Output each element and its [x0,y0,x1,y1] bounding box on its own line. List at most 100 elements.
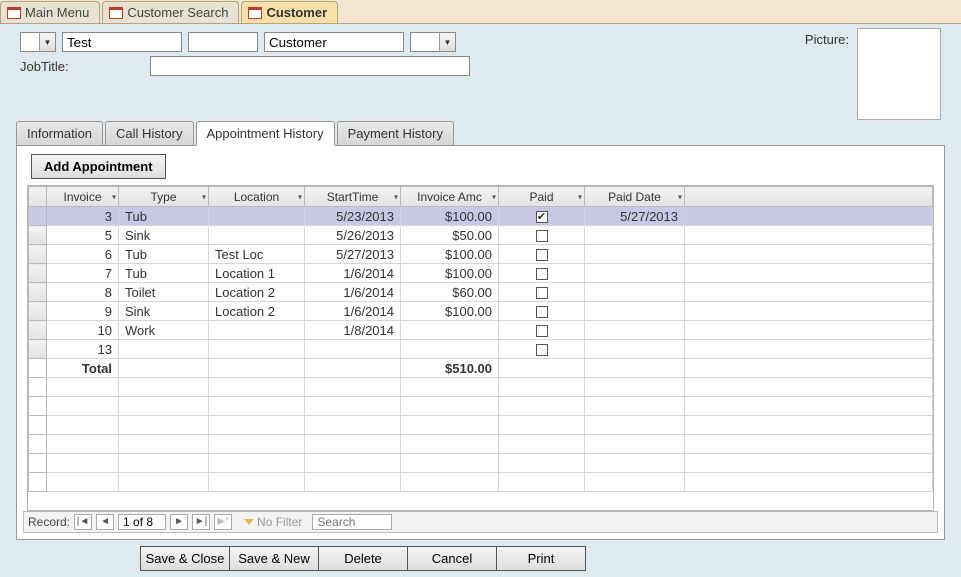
table-row[interactable]: 8ToiletLocation 21/6/2014$60.00 [29,283,933,302]
cell-starttime[interactable]: 5/23/2013 [305,207,401,226]
cell-invoice-amount[interactable]: $100.00 [401,264,499,283]
table-row[interactable]: 9SinkLocation 21/6/2014$100.00 [29,302,933,321]
cell-invoice[interactable]: 6 [47,245,119,264]
cell-invoice[interactable]: 5 [47,226,119,245]
picture-frame[interactable] [857,28,941,120]
tab-call-history[interactable]: Call History [105,121,193,146]
row-selector[interactable] [29,207,47,226]
column-header[interactable]: Paid▾ [499,187,585,207]
table-row[interactable]: 6TubTest Loc5/27/2013$100.00 [29,245,933,264]
cell-paid-date[interactable] [585,264,685,283]
row-selector[interactable] [29,283,47,302]
cell-location[interactable] [209,226,305,245]
cell-starttime[interactable]: 1/8/2014 [305,321,401,340]
row-selector[interactable] [29,302,47,321]
table-row[interactable]: 13 [29,340,933,359]
checkbox[interactable] [536,249,548,261]
cell-paid-date[interactable] [585,283,685,302]
nav-next-button[interactable]: ► [170,514,188,530]
cell-invoice[interactable]: 3 [47,207,119,226]
checkbox[interactable] [536,344,548,356]
column-header[interactable]: StartTime▾ [305,187,401,207]
middle-name-input[interactable] [188,32,258,52]
cell-invoice-amount[interactable]: $60.00 [401,283,499,302]
save-close-button[interactable]: Save & Close [140,546,230,571]
column-header[interactable]: Invoice Amc▾ [401,187,499,207]
cell-paid[interactable]: ✔ [499,207,585,226]
row-selector[interactable] [29,321,47,340]
cell-location[interactable]: Test Loc [209,245,305,264]
cell-type[interactable]: Sink [119,226,209,245]
cell-invoice[interactable]: 10 [47,321,119,340]
cell-invoice-amount[interactable]: $100.00 [401,207,499,226]
cell-type[interactable]: Sink [119,302,209,321]
delete-button[interactable]: Delete [318,546,408,571]
cell-paid-date[interactable] [585,340,685,359]
cell-location[interactable]: Location 2 [209,302,305,321]
no-filter-indicator[interactable]: No Filter [244,515,302,529]
checkbox[interactable] [536,287,548,299]
title-prefix-select[interactable]: ▼ [20,32,56,52]
checkbox[interactable] [536,325,548,337]
cell-starttime[interactable]: 1/6/2014 [305,283,401,302]
cell-type[interactable] [119,340,209,359]
last-name-input[interactable] [264,32,404,52]
cell-paid-date[interactable] [585,302,685,321]
cell-type[interactable]: Tub [119,245,209,264]
tab-payment-history[interactable]: Payment History [337,121,454,146]
cell-paid-date[interactable] [585,321,685,340]
tab-information[interactable]: Information [16,121,103,146]
cell-starttime[interactable]: 1/6/2014 [305,302,401,321]
nav-new-button[interactable]: ▶* [214,514,232,530]
checkbox[interactable] [536,268,548,280]
column-header[interactable]: Paid Date▾ [585,187,685,207]
cell-paid[interactable] [499,283,585,302]
table-row[interactable]: 10Work1/8/2014 [29,321,933,340]
cell-invoice-amount[interactable]: $100.00 [401,245,499,264]
cell-invoice-amount[interactable] [401,340,499,359]
cell-starttime[interactable]: 5/26/2013 [305,226,401,245]
nav-prev-button[interactable]: ◄ [96,514,114,530]
cell-location[interactable] [209,321,305,340]
cell-paid[interactable] [499,264,585,283]
row-selector[interactable] [29,340,47,359]
cell-invoice[interactable]: 9 [47,302,119,321]
record-position-input[interactable] [118,514,166,530]
cell-location[interactable] [209,207,305,226]
cell-invoice-amount[interactable]: $100.00 [401,302,499,321]
cell-type[interactable]: Toilet [119,283,209,302]
cell-paid[interactable] [499,245,585,264]
nav-tab-customer-search[interactable]: Customer Search [102,1,239,23]
table-row[interactable]: 3Tub 5/23/2013$100.00✔5/27/2013 [29,207,933,226]
cell-location[interactable]: Location 1 [209,264,305,283]
first-name-input[interactable] [62,32,182,52]
cell-type[interactable]: Tub [119,207,209,226]
cell-paid[interactable] [499,226,585,245]
column-header[interactable]: Type▾ [119,187,209,207]
suffix-select[interactable]: ▼ [410,32,456,52]
cell-paid-date[interactable]: 5/27/2013 [585,207,685,226]
row-selector[interactable] [29,264,47,283]
print-button[interactable]: Print [496,546,586,571]
cell-paid-date[interactable] [585,226,685,245]
search-input[interactable] [312,514,392,530]
cell-starttime[interactable] [305,340,401,359]
cell-paid[interactable] [499,302,585,321]
nav-last-button[interactable]: ►| [192,514,210,530]
save-new-button[interactable]: Save & New [229,546,319,571]
jobtitle-input[interactable] [150,56,470,76]
checkbox[interactable] [536,230,548,242]
cell-location[interactable]: Location 2 [209,283,305,302]
cell-paid[interactable] [499,340,585,359]
nav-tab-main-menu[interactable]: Main Menu [0,1,100,23]
column-header[interactable]: Location▾ [209,187,305,207]
row-selector[interactable] [29,226,47,245]
checkbox[interactable] [536,306,548,318]
table-row[interactable]: 7TubLocation 11/6/2014$100.00 [29,264,933,283]
cancel-button[interactable]: Cancel [407,546,497,571]
cell-starttime[interactable]: 1/6/2014 [305,264,401,283]
column-header[interactable]: Invoice▾ [47,187,119,207]
cell-starttime[interactable]: 5/27/2013 [305,245,401,264]
cell-paid[interactable] [499,321,585,340]
row-selector[interactable] [29,245,47,264]
